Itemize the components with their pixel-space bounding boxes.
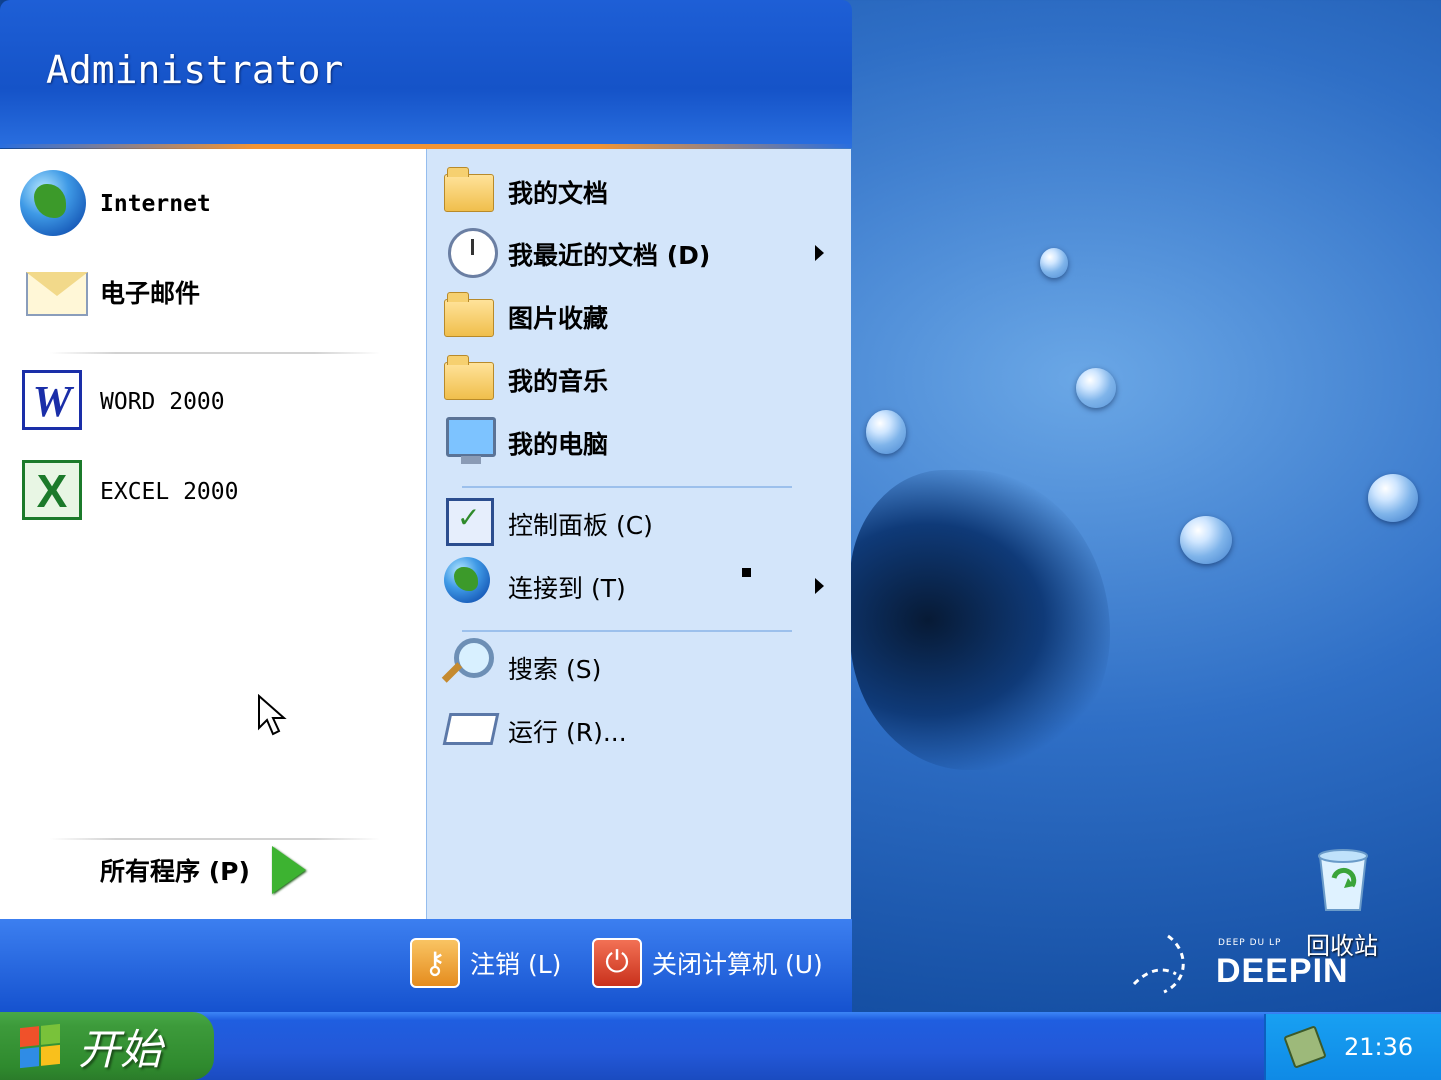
clock[interactable]: 21:36 (1344, 1033, 1413, 1061)
menu-item-excel[interactable]: X EXCEL 2000 (20, 458, 238, 526)
menu-item-recent-documents[interactable]: 我最近的文档 (D) (440, 220, 710, 288)
water-drop (1180, 516, 1232, 564)
water-drop (866, 410, 906, 454)
search-icon (440, 634, 508, 702)
menu-item-label: 我最近的文档 (D) (508, 241, 711, 270)
all-programs-label: 所有程序 (P) (100, 857, 250, 886)
arrow-right-icon (271, 846, 306, 894)
start-button-label: 开始 (78, 1024, 163, 1074)
submenu-arrow-icon (815, 245, 824, 261)
logoff-button[interactable]: ⚷ 注销 (L) (410, 938, 561, 988)
menu-item-connect-to[interactable]: 连接到 (T) (440, 553, 626, 621)
logoff-label: 注销 (L) (470, 950, 562, 979)
menu-item-label: WORD 2000 (100, 389, 225, 415)
menu-item-label: 我的电脑 (508, 430, 609, 459)
key-icon: ⚷ (410, 938, 460, 988)
separator (50, 838, 380, 840)
recent-docs-icon (440, 220, 508, 288)
run-icon (440, 697, 508, 765)
water-drop (1040, 248, 1068, 278)
separator (462, 486, 792, 488)
menu-item-run[interactable]: 运行 (R)... (440, 697, 627, 765)
menu-item-word[interactable]: W WORD 2000 (20, 368, 225, 436)
menu-item-search[interactable]: 搜索 (S) (440, 634, 601, 702)
word-icon: W (20, 368, 88, 436)
folder-icon (440, 283, 508, 351)
deepin-logo: DEEP DU LP DEEPIN (1128, 930, 1368, 1000)
menu-item-my-pictures[interactable]: 图片收藏 (440, 283, 608, 351)
folder-icon (440, 158, 508, 226)
shutdown-button[interactable]: ⏻ 关闭计算机 (U) (592, 938, 823, 988)
user-name: Administrator (46, 48, 344, 92)
shutdown-label: 关闭计算机 (U) (652, 950, 823, 979)
recycle-bin-icon[interactable] (1312, 848, 1374, 914)
power-icon: ⏻ (592, 938, 642, 988)
globe-icon (20, 170, 88, 238)
menu-item-label: Internet (100, 191, 211, 217)
start-menu: Administrator Internet 电子邮件 W WORD 2000 … (0, 0, 852, 1012)
menu-item-label: 图片收藏 (508, 304, 609, 333)
menu-item-label: EXCEL 2000 (100, 479, 239, 505)
menu-item-control-panel[interactable]: 控制面板 (C) (440, 490, 653, 558)
all-programs-button[interactable]: 所有程序 (P) (100, 846, 306, 894)
separator (50, 352, 380, 354)
menu-item-my-documents[interactable]: 我的文档 (440, 158, 608, 226)
menu-item-label: 控制面板 (C) (508, 511, 653, 540)
menu-item-label: 连接到 (T) (508, 574, 626, 603)
menu-item-label: 运行 (R)... (508, 718, 627, 747)
windows-logo-icon (20, 1023, 60, 1069)
folder-icon (440, 346, 508, 414)
stray-pixel-marker (742, 568, 751, 577)
logo-wordmark: DEEPIN (1216, 952, 1349, 990)
menu-item-my-computer[interactable]: 我的电脑 (440, 409, 608, 477)
envelope-icon (20, 258, 88, 326)
water-drop (1368, 474, 1418, 522)
excel-icon: X (20, 458, 88, 526)
system-tray: 21:36 (1264, 1014, 1441, 1080)
mouse-cursor-icon (257, 693, 289, 746)
menu-item-internet[interactable]: Internet (20, 170, 211, 238)
start-menu-header: Administrator (0, 0, 852, 148)
water-splash-decoration (850, 470, 1110, 770)
computer-icon (440, 409, 508, 477)
water-drop (1076, 368, 1116, 408)
taskbar (0, 1012, 1441, 1080)
network-tray-icon[interactable] (1283, 1025, 1327, 1069)
logo-tagline: DEEP DU LP (1218, 938, 1282, 948)
submenu-arrow-icon (815, 578, 824, 594)
start-button[interactable]: 开始 (0, 1012, 214, 1080)
menu-item-label: 电子邮件 (100, 279, 201, 308)
menu-item-email[interactable]: 电子邮件 (20, 258, 200, 326)
menu-item-label: 我的文档 (508, 179, 609, 208)
control-panel-icon (440, 490, 508, 558)
menu-item-label: 搜索 (S) (508, 655, 602, 684)
menu-item-my-music[interactable]: 我的音乐 (440, 346, 608, 414)
separator (462, 630, 792, 632)
network-icon (440, 553, 508, 621)
menu-item-label: 我的音乐 (508, 367, 609, 396)
